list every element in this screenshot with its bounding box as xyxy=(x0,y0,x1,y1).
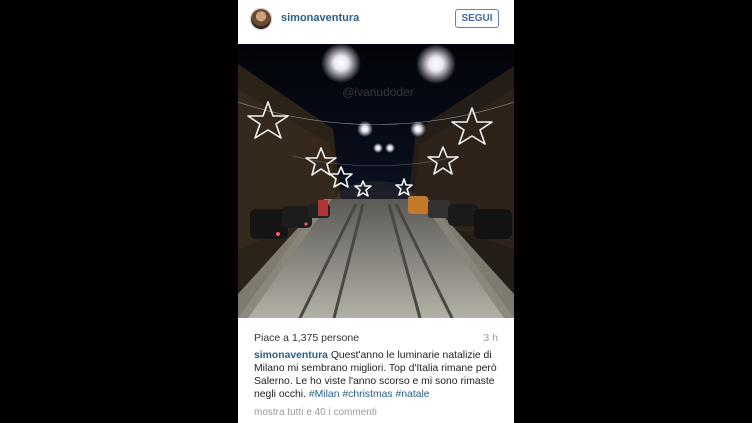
post-caption: simonaventura Quest'anno le luminarie na… xyxy=(254,349,500,401)
caption-username[interactable]: simonaventura xyxy=(254,350,328,361)
photo-watermark: @ivanudoder xyxy=(342,85,414,99)
view-all-comments-link[interactable]: mostra tutti e 40 i commenti xyxy=(254,407,377,418)
post-time: 3 h xyxy=(483,332,498,344)
post-photo[interactable]: @ivanudoder xyxy=(238,44,514,318)
post-header: simonaventura SEGUI xyxy=(238,0,514,44)
avatar[interactable] xyxy=(250,8,272,30)
likes-count[interactable]: Piace a 1,375 persone xyxy=(254,332,359,344)
post-meta: Piace a 1,375 persone 3 h simonaventura … xyxy=(238,318,514,423)
hashtag-link[interactable]: #natale xyxy=(396,389,430,400)
street-christmas-lights-image: @ivanudoder xyxy=(238,44,514,318)
post-username[interactable]: simonaventura xyxy=(281,12,359,24)
hashtag-link[interactable]: #Milan xyxy=(309,389,340,400)
follow-button[interactable]: SEGUI xyxy=(455,9,499,28)
hashtag-link[interactable]: #christmas xyxy=(342,389,392,400)
instagram-post-card: simonaventura SEGUI @ivanudoder Piace a … xyxy=(238,0,514,423)
